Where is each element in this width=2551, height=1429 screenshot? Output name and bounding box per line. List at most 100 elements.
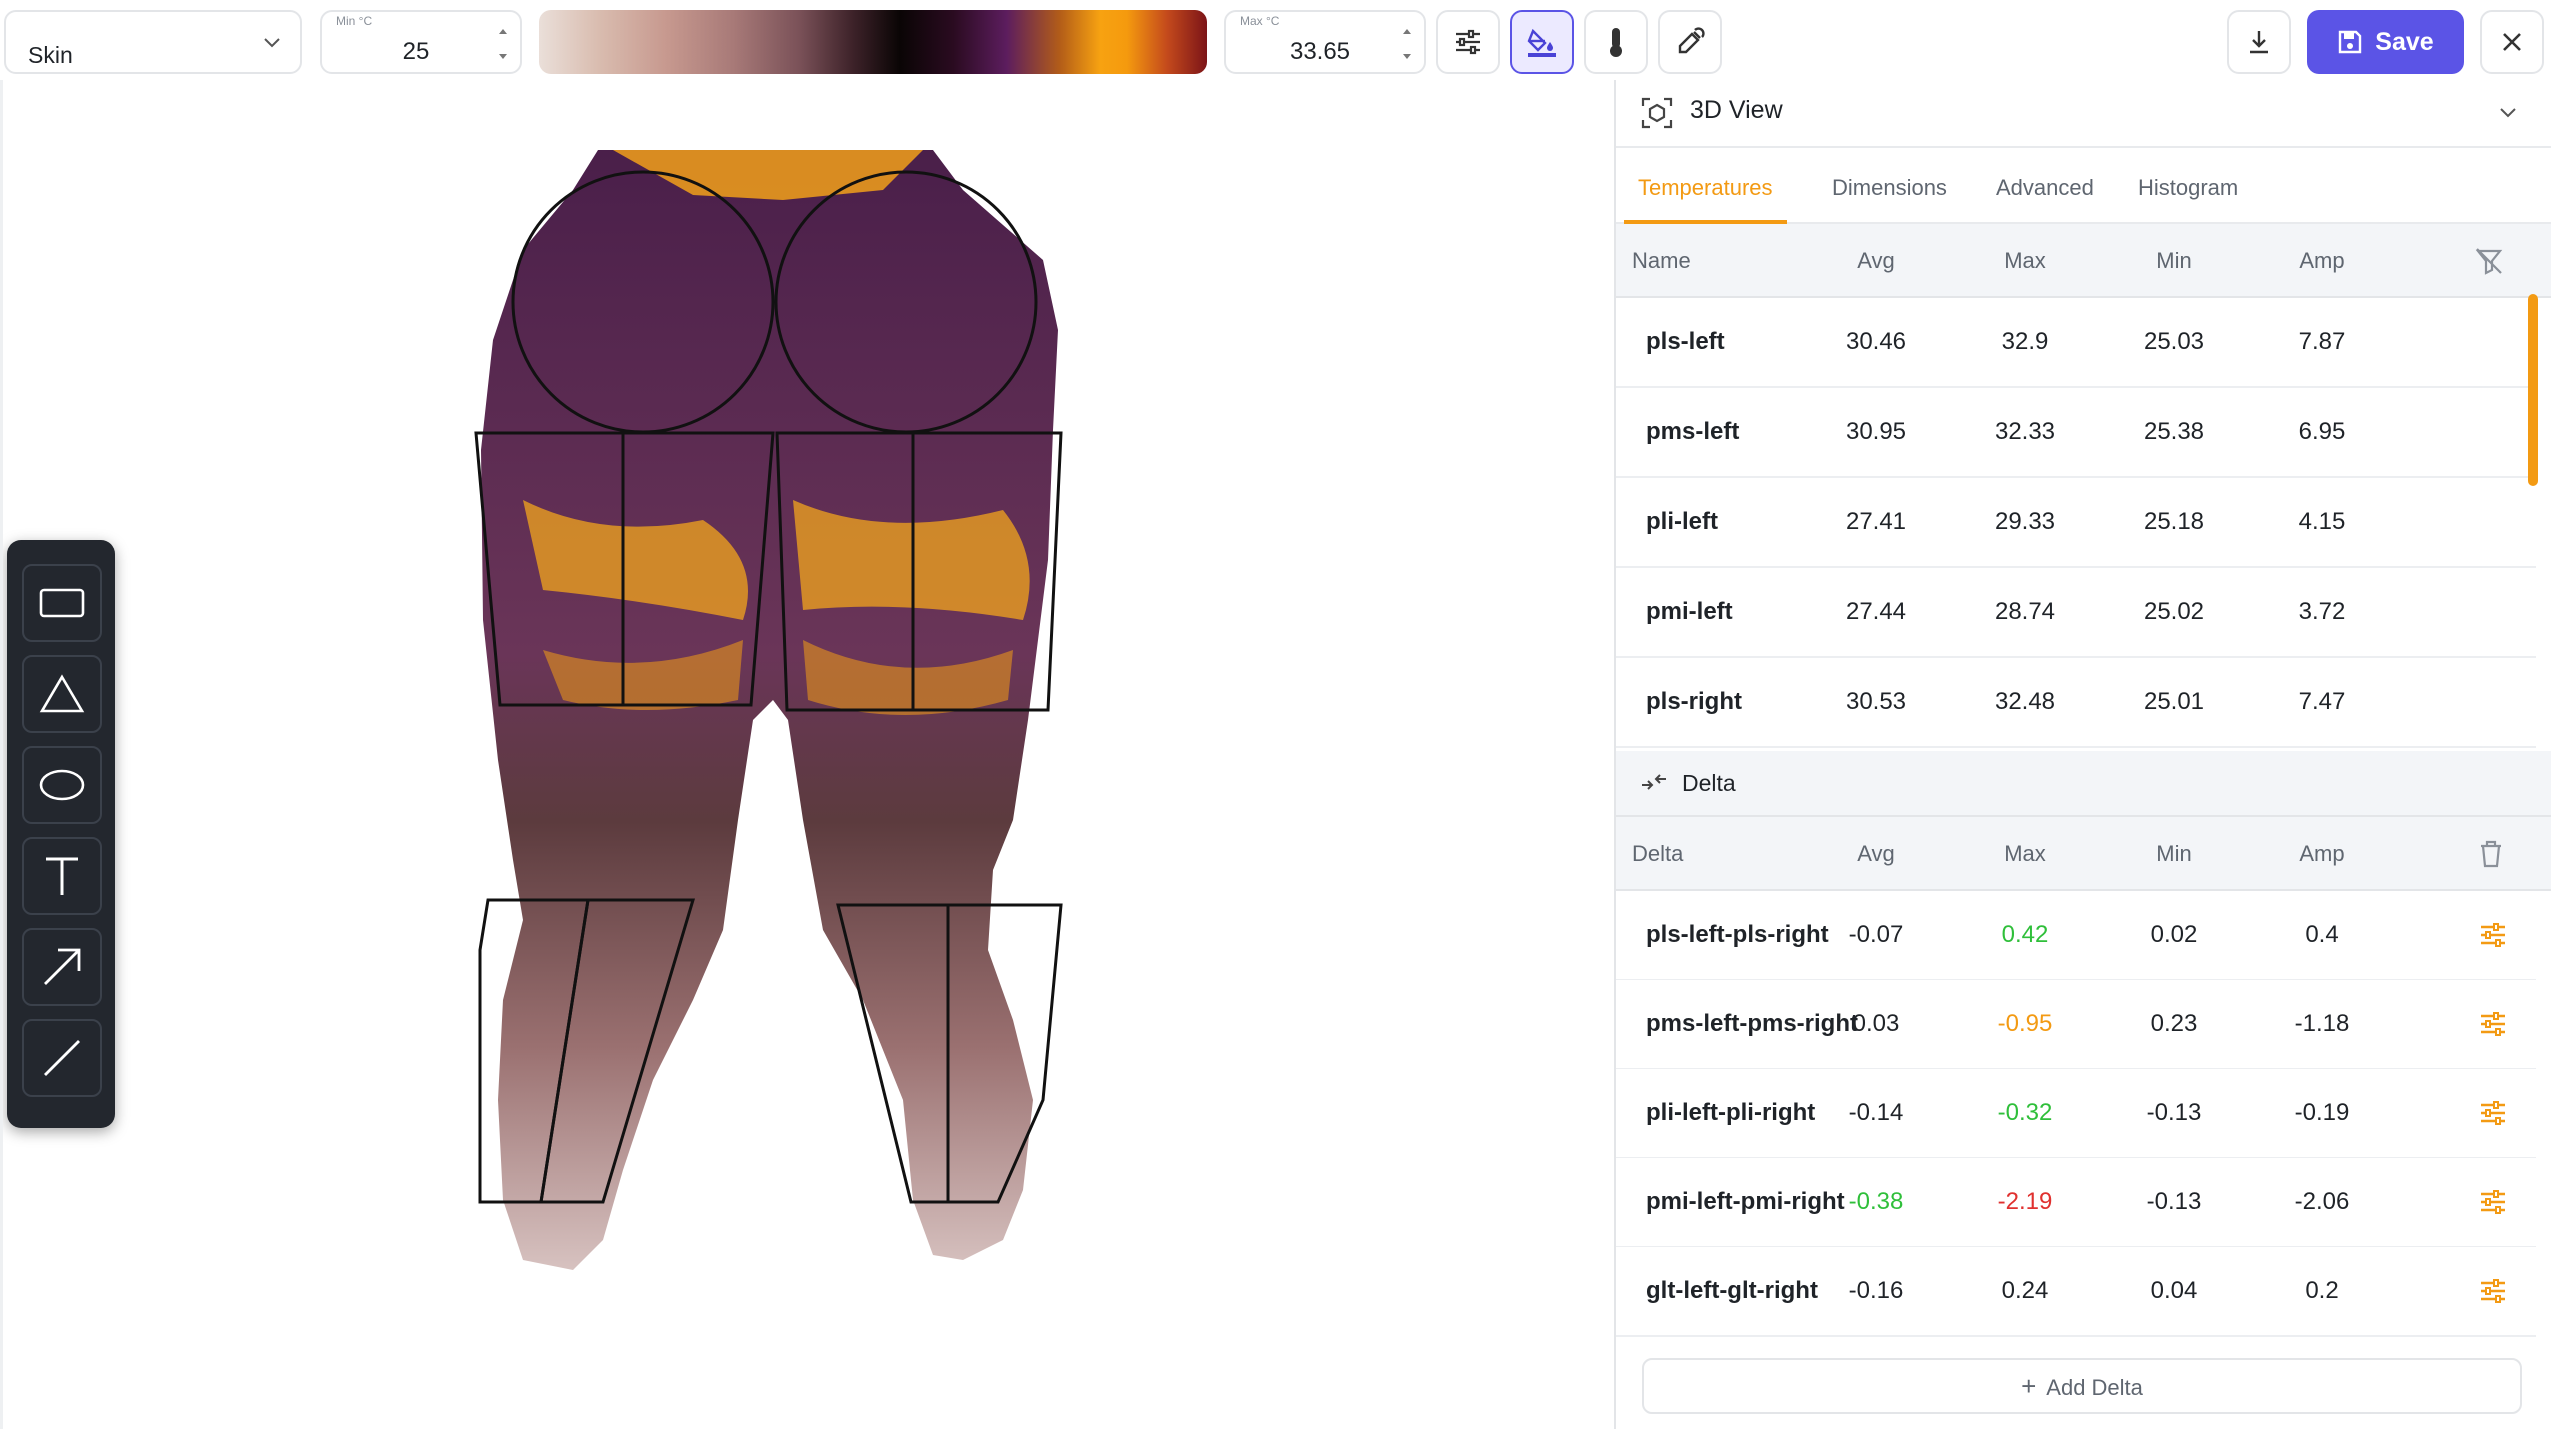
column-header: Avg [1857,248,1895,273]
delta-row-name: pli-left-pli-right [1646,1099,1816,1126]
panel-header[interactable]: 3D View [1616,80,2551,148]
delta-row[interactable]: pls-left-pls-right -0.07 0.42 0.02 0.4 [1616,891,2536,981]
save-button-label: Save [2375,27,2434,56]
column-header: Min [2156,841,2192,866]
row-amp: 7.87 [2298,328,2346,355]
row-avg: 27.41 [1845,508,1907,535]
ellipse-icon [39,769,85,801]
delta-row-amp: -0.19 [2294,1099,2350,1126]
table-row[interactable]: pmi-left 27.44 28.74 25.02 3.72 [1616,568,2536,658]
save-button[interactable]: Save [2307,10,2464,74]
min-temperature-label: Min °C [336,14,373,28]
delta-row-max: -2.19 [1997,1188,2053,1215]
eyedropper-icon [1678,27,1705,54]
add-delta-button[interactable]: + Add Delta [1642,1358,2522,1414]
compare-arrows-icon [1642,774,1666,790]
delta-row-avg: -0.16 [1848,1277,1904,1304]
column-header: Max [2004,248,2046,273]
column-header: Max [2004,841,2046,866]
spinner-arrows-icon[interactable] [1400,24,1414,64]
delta-row-name: pmi-left-pmi-right [1646,1188,1845,1215]
min-temperature-input[interactable]: Min °C 25 [320,10,522,74]
row-amp: 3.72 [2298,598,2346,625]
thermal-image-canvas[interactable] [0,80,1614,1429]
adjust-sliders-icon[interactable] [2478,1187,2508,1217]
table-row[interactable]: pli-left 27.41 29.33 25.18 4.15 [1616,478,2536,568]
row-max: 29.33 [1994,508,2056,535]
tab-temperatures[interactable]: Temperatures [1624,148,1787,224]
tab-histogram[interactable]: Histogram [2138,148,2238,220]
delta-row[interactable]: pms-left-pms-right 0.03 -0.95 0.23 -1.18 [1616,980,2536,1070]
delta-section-title: Delta [1682,770,1736,796]
spinner-arrows-icon[interactable] [496,24,510,64]
ellipse-tool[interactable] [22,746,102,824]
eyedropper-button[interactable] [1658,10,1722,74]
chevron-down-icon[interactable] [2496,100,2520,124]
adjust-sliders-icon[interactable] [2478,920,2508,950]
max-temperature-label: Max °C [1240,14,1280,28]
close-button[interactable] [2480,10,2544,74]
thermometer-icon [1610,28,1622,57]
fill-bucket-icon [1527,28,1556,57]
delta-section-header[interactable]: Delta [1616,751,2551,817]
arrow-icon [44,948,81,985]
triangle-icon [39,674,85,713]
adjust-sliders-icon[interactable] [2478,1098,2508,1128]
fill-tool-button[interactable] [1510,10,1574,74]
column-header: Name [1632,248,1691,273]
row-name: pms-left [1646,418,1740,445]
clear-filter-icon[interactable] [2474,246,2504,276]
temperature-button[interactable] [1584,10,1648,74]
tab-dimensions[interactable]: Dimensions [1832,148,1947,220]
drawing-toolbox [7,540,115,1128]
row-amp: 6.95 [2298,418,2346,445]
text-icon [46,857,78,895]
row-max: 32.33 [1994,418,2056,445]
delta-row[interactable]: pli-left-pli-right -0.14 -0.32 -0.13 -0.19 [1616,1069,2536,1159]
row-name: pls-right [1646,688,1742,715]
tab-advanced[interactable]: Advanced [1996,148,2094,220]
trash-icon[interactable] [2478,839,2504,869]
palette-select[interactable]: Skin [4,10,302,74]
row-min: 25.03 [2143,328,2205,355]
column-header: Delta [1632,841,1684,866]
column-header: Avg [1857,841,1895,866]
download-button[interactable] [2227,10,2291,74]
triangle-tool[interactable] [22,655,102,733]
delta-row-max: -0.95 [1997,1010,2053,1037]
delta-row-name: pls-left-pls-right [1646,921,1829,948]
plus-icon: + [2021,1371,2037,1401]
delta-row-avg: -0.07 [1848,921,1904,948]
row-avg: 30.95 [1845,418,1907,445]
delta-row[interactable]: pmi-left-pmi-right -0.38 -2.19 -0.13 -2.06 [1616,1158,2536,1248]
download-icon [2250,31,2268,54]
column-header: Min [2156,248,2192,273]
delta-row[interactable]: glt-left-glt-right -0.16 0.24 0.04 0.2 [1616,1247,2536,1337]
table-scrollbar[interactable] [2528,294,2538,486]
adjust-sliders-icon[interactable] [2478,1276,2508,1306]
column-header: Amp [2299,248,2345,273]
line-icon [44,1040,80,1076]
max-temperature-input[interactable]: Max °C 33.65 [1224,10,1426,74]
arrow-tool[interactable] [22,928,102,1006]
min-temperature-value: 25 [402,38,430,65]
row-max: 32.48 [1994,688,2056,715]
text-tool[interactable] [22,837,102,915]
color-scale-bar[interactable] [539,10,1207,74]
adjust-sliders-icon[interactable] [2478,1009,2508,1039]
thermal-image [474,150,1063,1270]
chevron-down-icon [264,38,280,48]
delta-row-name: glt-left-glt-right [1646,1277,1818,1304]
line-tool[interactable] [22,1019,102,1097]
row-min: 25.38 [2143,418,2205,445]
row-amp: 4.15 [2298,508,2346,535]
delta-table-header: Delta Avg Max Min Amp [1616,817,2551,891]
row-max: 32.9 [2001,328,2049,355]
table-row[interactable]: pls-right 30.53 32.48 25.01 7.47 [1616,658,2536,748]
temperature-table-header: Name Avg Max Min Amp [1616,224,2551,298]
adjustments-button[interactable] [1436,10,1500,74]
panel-title: 3D View [1690,96,1783,124]
table-row[interactable]: pms-left 30.95 32.33 25.38 6.95 [1616,388,2536,478]
table-row[interactable]: pls-left 30.46 32.9 25.03 7.87 [1616,298,2536,388]
rectangle-tool[interactable] [22,564,102,642]
